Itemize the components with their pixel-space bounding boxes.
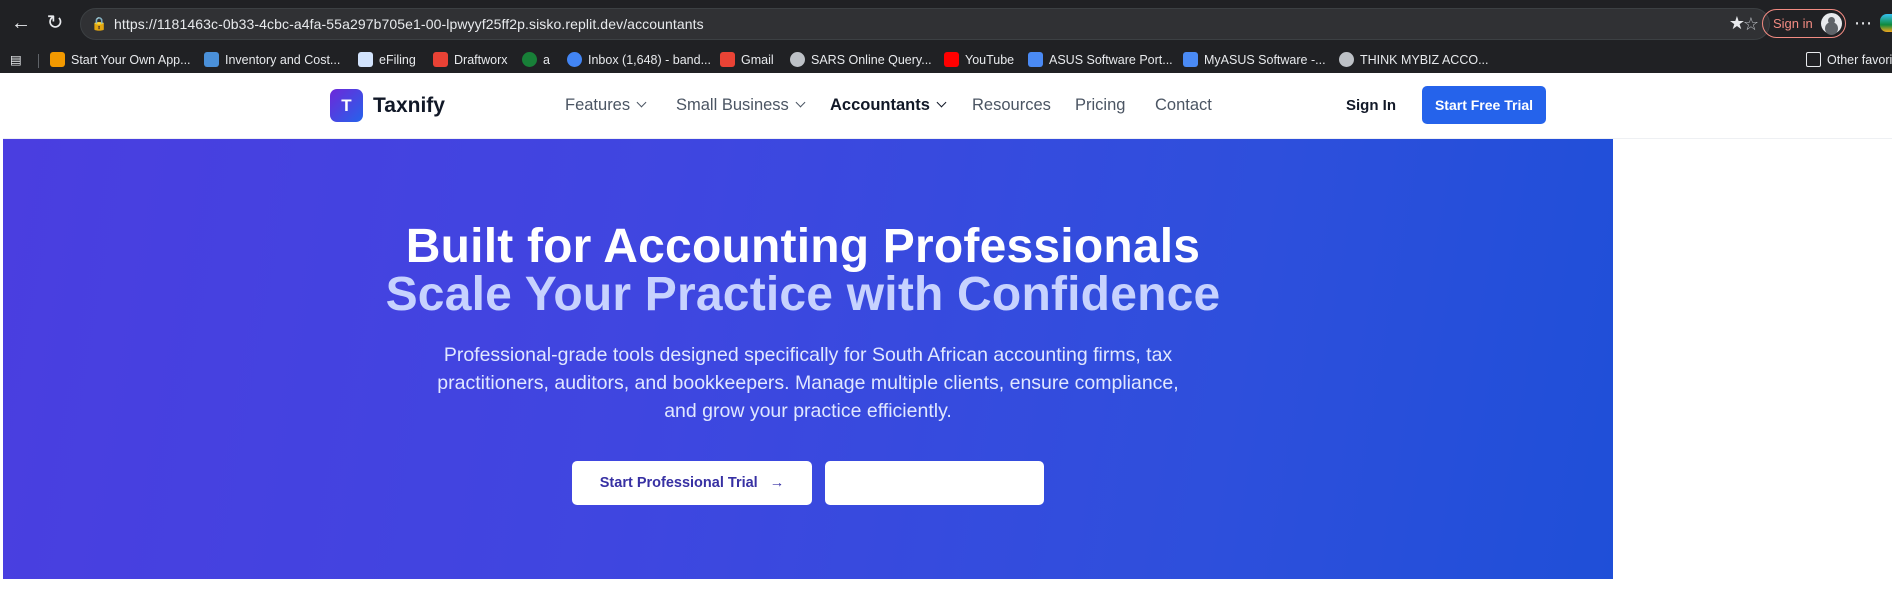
youtube-icon [944,52,959,67]
bookmark-label: Other favorites [1827,53,1892,67]
brand-name: Taxnify [373,94,445,117]
primary-cta-label: Start Professional Trial [599,475,758,491]
tab-actions-icon[interactable]: ▤ [10,50,22,70]
bookmark-item[interactable]: Other favorites [1806,50,1892,70]
edge-logo-icon [1880,14,1892,32]
bookmark-item[interactable]: Gmail [720,50,774,70]
bookmark-label: a [543,53,550,67]
hero-section: Built for Accounting Professionals Scale… [3,139,1613,579]
bookmark-item[interactable]: eFiling [358,50,416,70]
app-icon [50,52,65,67]
chevron-down-icon [636,97,647,108]
url-path: /accountants [623,16,704,32]
hero-description: Professional-grade tools designed specif… [437,344,1179,422]
bookmark-label: Inventory and Cost... [225,53,341,67]
address-bar[interactable]: 🔒 https://1181463c-0b33-4cbc-a4fa-55a297… [80,8,1770,40]
nav-resources[interactable]: Resources [972,96,1051,115]
bookmark-item[interactable]: Inbox (1,648) - band... [567,50,711,70]
bookmark-item[interactable]: Draftworx [433,50,507,70]
avatar-icon [1821,13,1842,34]
green-circle-icon [522,52,537,67]
bookmark-item[interactable]: SARS Online Query... [790,50,932,70]
page: T Taxnify Features Small Business Accoun… [3,73,1892,592]
hero-subtitle: Scale Your Practice with Confidence [385,268,1221,321]
bookmark-item[interactable]: THINK MYBIZ ACCO... [1339,50,1489,70]
bookmark-item[interactable]: Start Your Own App... [50,50,191,70]
bookmarks-divider [38,54,39,68]
browser-toolbar: ← ↻ 🔒 https://1181463c-0b33-4cbc-a4fa-55… [0,0,1892,46]
arrow-right-icon: → [769,475,785,491]
bookmarks-bar: ▤ Start Your Own App... Inventory and Cos… [0,46,1892,73]
bookmark-label: Gmail [741,53,774,67]
bookmark-item[interactable]: MyASUS Software -... [1183,50,1326,70]
browser-chrome: ← ↻ 🔒 https://1181463c-0b33-4cbc-a4fa-55… [0,0,1892,73]
logo-mark-icon: T [330,89,363,122]
nav-accountants-label: Accountants [830,96,930,114]
google-icon [567,52,582,67]
ac-icon [204,52,219,67]
bookmark-item[interactable]: YouTube [944,50,1014,70]
start-free-trial-button[interactable]: Start Free Trial [1422,86,1546,124]
lock-icon: 🔒 [91,16,108,31]
chevron-down-icon [936,97,947,108]
nav-pricing[interactable]: Pricing [1075,96,1125,115]
browser-signin-button[interactable]: Sign in [1762,9,1846,38]
nav-accountants[interactable]: Accountants [830,96,947,115]
hero-title: Built for Accounting Professionals [405,220,1201,273]
asus-icon [1028,52,1043,67]
browser-signin-label: Sign in [1773,16,1813,31]
secondary-cta-button[interactable] [825,461,1044,505]
back-icon[interactable]: ← [8,10,34,36]
bookmark-label: eFiling [379,53,416,67]
bookmark-label: Draftworx [454,53,508,67]
nav-small-business[interactable]: Small Business [676,96,806,115]
nav-contact[interactable]: Contact [1155,96,1212,115]
bookmark-item[interactable]: a [522,50,550,70]
gmail-icon [720,52,735,67]
favorites-icon[interactable]: ★ [1724,10,1750,36]
bookmark-item[interactable]: Inventory and Cost... [204,50,340,70]
more-icon[interactable]: ⋯ [1850,10,1876,36]
gear-globe-icon [1339,52,1354,67]
bookmark-label: ASUS Software Port... [1049,53,1173,67]
signin-link[interactable]: Sign In [1346,97,1396,114]
url-base: https://1181463c-0b33-4cbc-a4fa-55a297b7… [114,16,624,32]
efiling-icon [358,52,373,67]
globe-icon [790,52,805,67]
asus-icon [1183,52,1198,67]
nav-features-label: Features [565,96,631,114]
bookmark-item[interactable]: ASUS Software Port... [1028,50,1173,70]
draftworx-icon [433,52,448,67]
chevron-down-icon [795,97,806,108]
bookmark-label: YouTube [965,53,1015,67]
bookmark-label: Inbox (1,648) - band... [588,53,711,67]
folder-icon [1806,52,1821,67]
url-text[interactable]: https://1181463c-0b33-4cbc-a4fa-55a297b7… [114,16,704,32]
refresh-icon[interactable]: ↻ [42,10,68,36]
start-professional-trial-button[interactable]: Start Professional Trial → [572,461,812,505]
bookmark-label: Start Your Own App... [71,53,191,67]
nav-features[interactable]: Features [565,96,647,115]
bookmark-label: SARS Online Query... [811,53,932,67]
bookmark-label: THINK MYBIZ ACCO... [1360,53,1489,67]
nav-small-business-label: Small Business [676,96,789,114]
bookmark-label: MyASUS Software -... [1204,53,1326,67]
site-header: T Taxnify Features Small Business Accoun… [3,73,1892,139]
